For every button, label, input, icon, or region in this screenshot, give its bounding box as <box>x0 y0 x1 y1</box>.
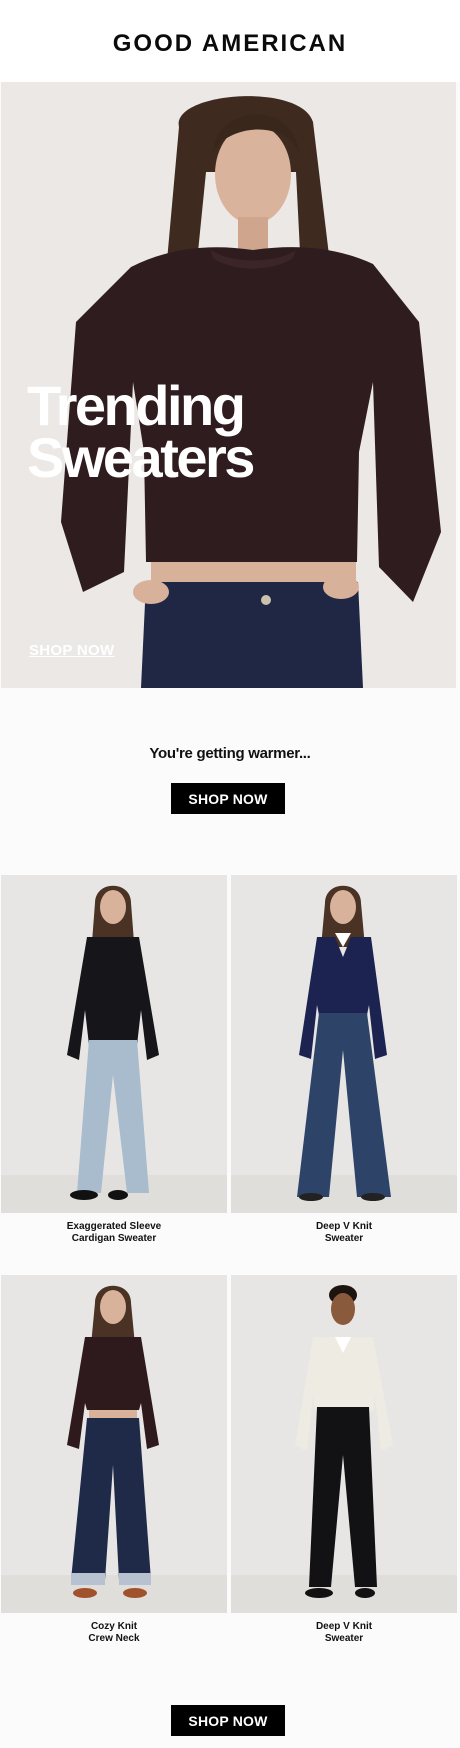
promo-shop-now-button[interactable]: SHOP NOW <box>171 783 285 814</box>
product-card-image[interactable] <box>1 1275 227 1613</box>
footer-shop-now-button[interactable]: SHOP NOW <box>171 1705 285 1736</box>
hero-title-line2: Sweaters <box>27 426 255 489</box>
product-card-image[interactable] <box>231 1275 457 1613</box>
product-name-line1: Cozy Knit <box>90 1621 138 1632</box>
product-name-line2: Cardigan Sweater <box>71 1233 157 1244</box>
product-name-line1: Deep V Knit <box>315 1621 373 1632</box>
product-model-image <box>1 875 227 1213</box>
product-name-line2: Crew Neck <box>88 1633 140 1644</box>
product-model-image <box>231 1275 457 1613</box>
promo-heading: You're getting warmer... <box>149 745 311 762</box>
product-model-image <box>231 875 457 1213</box>
header: GOOD AMERICAN <box>0 0 460 82</box>
product-card-image[interactable] <box>231 875 457 1213</box>
brand-logo[interactable]: GOOD AMERICAN <box>113 30 347 58</box>
product-name-line1: Deep V Knit <box>315 1221 373 1232</box>
product-model-image <box>1 1275 227 1613</box>
product-name-line2: Sweater <box>324 1633 364 1644</box>
product-name[interactable]: Deep V Knit Sweater <box>231 1221 457 1245</box>
product-name-line2: Sweater <box>324 1233 364 1244</box>
product-name[interactable]: Deep V Knit Sweater <box>231 1621 457 1645</box>
product-name-line1: Exaggerated Sleeve <box>66 1221 162 1232</box>
product-name[interactable]: Cozy Knit Crew Neck <box>1 1621 227 1645</box>
hero-title: Trending Sweaters <box>27 374 255 489</box>
hero-banner[interactable]: Trending Sweaters SHOP NOW <box>1 82 456 688</box>
email-page: GOOD AMERICAN Trending Sweaters SHOP NOW… <box>0 0 460 1748</box>
hero-shop-now-link[interactable]: SHOP NOW <box>29 642 114 659</box>
product-card-image[interactable] <box>1 875 227 1213</box>
hero-title-line1: Trending <box>27 374 246 437</box>
product-name[interactable]: Exaggerated Sleeve Cardigan Sweater <box>1 1221 227 1245</box>
